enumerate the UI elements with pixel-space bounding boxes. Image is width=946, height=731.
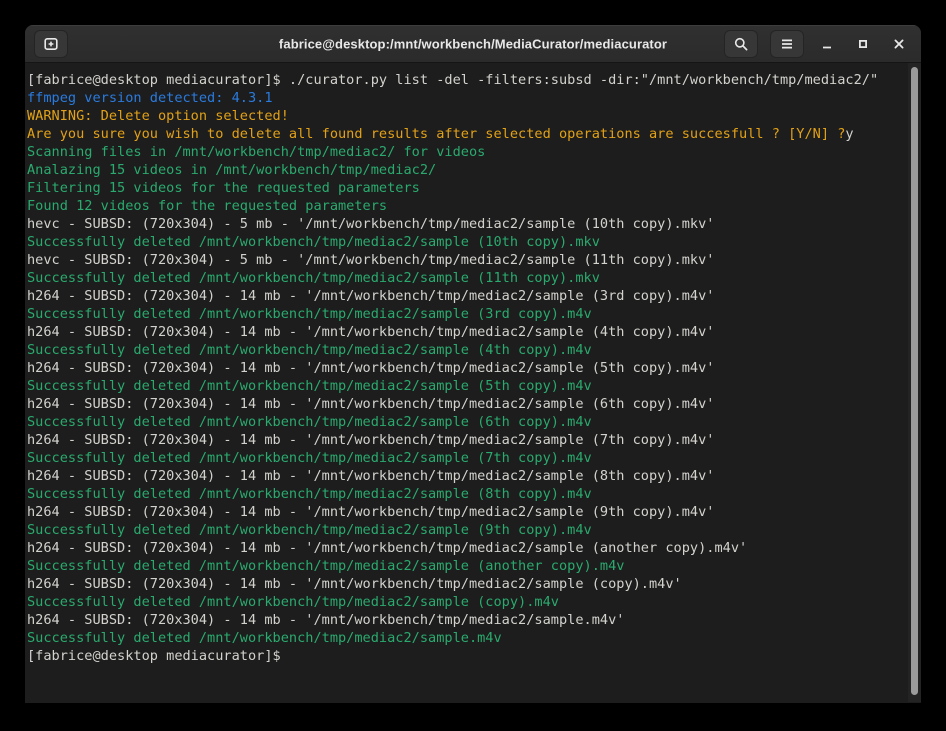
terminal-window: fabrice@desktop:/mnt/workbench/MediaCura… <box>25 25 921 703</box>
titlebar-controls <box>712 30 912 58</box>
terminal-line: WARNING: Delete option selected! <box>27 107 921 125</box>
terminal-line: h264 - SUBSD: (720x304) - 14 mb - '/mnt/… <box>27 539 921 557</box>
terminal-line: Successfully deleted /mnt/workbench/tmp/… <box>27 521 921 539</box>
close-icon <box>891 36 907 52</box>
terminal-line: h264 - SUBSD: (720x304) - 14 mb - '/mnt/… <box>27 323 921 341</box>
titlebar[interactable]: fabrice@desktop:/mnt/workbench/MediaCura… <box>25 25 921 63</box>
terminal-text: [fabrice@desktop mediacurator]$ ./curato… <box>27 71 921 665</box>
scrollbar[interactable] <box>908 63 921 702</box>
terminal-line: h264 - SUBSD: (720x304) - 14 mb - '/mnt/… <box>27 431 921 449</box>
minimize-icon <box>819 36 835 52</box>
terminal-line: ffmpeg version detected: 4.3.1 <box>27 89 921 107</box>
terminal-line: [fabrice@desktop mediacurator]$ <box>27 647 921 665</box>
new-tab-icon <box>43 36 59 52</box>
menu-button[interactable] <box>770 30 804 58</box>
terminal-line: Filtering 15 videos for the requested pa… <box>27 179 921 197</box>
terminal-line: Successfully deleted /mnt/workbench/tmp/… <box>27 269 921 287</box>
terminal-line: Successfully deleted /mnt/workbench/tmp/… <box>27 449 921 467</box>
terminal-line: Found 12 videos for the requested parame… <box>27 197 921 215</box>
terminal-line: Successfully deleted /mnt/workbench/tmp/… <box>27 485 921 503</box>
terminal-output[interactable]: [fabrice@desktop mediacurator]$ ./curato… <box>25 63 921 702</box>
terminal-line: Analazing 15 videos in /mnt/workbench/tm… <box>27 161 921 179</box>
terminal-line: h264 - SUBSD: (720x304) - 14 mb - '/mnt/… <box>27 359 921 377</box>
terminal-line: Successfully deleted /mnt/workbench/tmp/… <box>27 593 921 611</box>
desktop-background: fabrice@desktop:/mnt/workbench/MediaCura… <box>0 0 946 731</box>
terminal-line: h264 - SUBSD: (720x304) - 14 mb - '/mnt/… <box>27 575 921 593</box>
terminal-line: h264 - SUBSD: (720x304) - 14 mb - '/mnt/… <box>27 503 921 521</box>
search-icon <box>733 36 749 52</box>
terminal-line: h264 - SUBSD: (720x304) - 14 mb - '/mnt/… <box>27 395 921 413</box>
terminal-line: Successfully deleted /mnt/workbench/tmp/… <box>27 413 921 431</box>
terminal-line: Scanning files in /mnt/workbench/tmp/med… <box>27 143 921 161</box>
terminal-line: h264 - SUBSD: (720x304) - 14 mb - '/mnt/… <box>27 467 921 485</box>
close-button[interactable] <box>886 31 912 57</box>
menu-icon <box>779 36 795 52</box>
terminal-line: hevc - SUBSD: (720x304) - 5 mb - '/mnt/w… <box>27 215 921 233</box>
window-title: fabrice@desktop:/mnt/workbench/MediaCura… <box>279 37 667 52</box>
terminal-line: Are you sure you wish to delete all foun… <box>27 125 921 143</box>
terminal-line: Successfully deleted /mnt/workbench/tmp/… <box>27 377 921 395</box>
search-button[interactable] <box>724 30 758 58</box>
new-tab-button[interactable] <box>34 30 68 58</box>
terminal-line: Successfully deleted /mnt/workbench/tmp/… <box>27 341 921 359</box>
terminal-line: [fabrice@desktop mediacurator]$ ./curato… <box>27 71 921 89</box>
minimize-button[interactable] <box>814 31 840 57</box>
terminal-line: Successfully deleted /mnt/workbench/tmp/… <box>27 233 921 251</box>
terminal-line: Successfully deleted /mnt/workbench/tmp/… <box>27 557 921 575</box>
terminal-line: Successfully deleted /mnt/workbench/tmp/… <box>27 629 921 647</box>
maximize-button[interactable] <box>850 31 876 57</box>
terminal-line: hevc - SUBSD: (720x304) - 5 mb - '/mnt/w… <box>27 251 921 269</box>
scrollbar-thumb[interactable] <box>911 67 918 695</box>
maximize-icon <box>855 36 871 52</box>
terminal-line: h264 - SUBSD: (720x304) - 14 mb - '/mnt/… <box>27 287 921 305</box>
terminal-line: h264 - SUBSD: (720x304) - 14 mb - '/mnt/… <box>27 611 921 629</box>
terminal-line: Successfully deleted /mnt/workbench/tmp/… <box>27 305 921 323</box>
